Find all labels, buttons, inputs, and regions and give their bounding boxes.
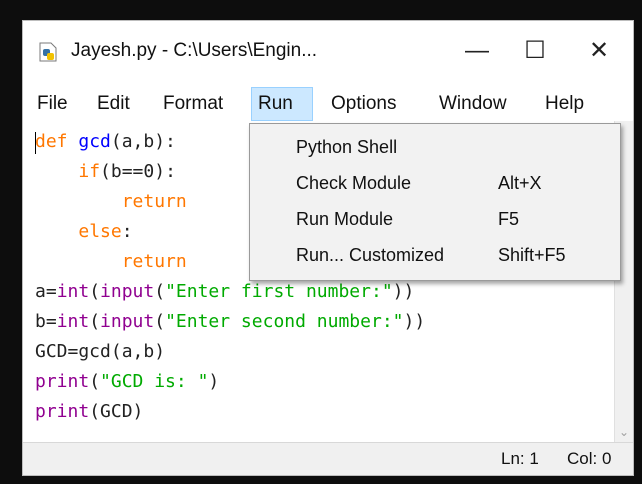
code-line-5: return (121, 251, 187, 272)
menu-item-check-module[interactable]: Check Module Alt+X (250, 166, 620, 200)
line-indicator: Ln: 1 (501, 449, 539, 468)
menu-bar: File Edit Format Run Options Window Help (23, 87, 633, 121)
code-line-9: print("GCD is: ") (35, 371, 220, 392)
code-line-7: b=int(input("Enter second number:")) (35, 311, 426, 332)
code-line-3: return (121, 191, 187, 212)
idle-editor-window: Jayesh.py - C:\Users\Engin... — ☐ ✕ File… (22, 20, 634, 476)
menu-file[interactable]: File (31, 87, 74, 121)
text-caret (35, 132, 36, 154)
menu-help[interactable]: Help (539, 87, 590, 121)
menu-options[interactable]: Options (325, 87, 402, 121)
maximize-button[interactable]: ☐ (513, 31, 557, 71)
status-bar: Ln: 1 Col: 0 (23, 442, 633, 475)
menu-item-python-shell[interactable]: Python Shell (250, 130, 620, 164)
code-line-10: print(GCD) (35, 401, 144, 422)
code-line-1: def gcd(a,b): (35, 131, 176, 152)
menu-run[interactable]: Run (251, 87, 313, 121)
minimize-button[interactable]: — (455, 31, 499, 71)
code-line-4: else: (78, 221, 133, 242)
column-indicator: Col: 0 (567, 449, 612, 468)
python-file-icon (39, 42, 57, 62)
window-title: Jayesh.py - C:\Users\Engin... (71, 40, 318, 61)
code-line-6: a=int(input("Enter first number:")) (35, 281, 415, 302)
run-menu-dropdown: Python Shell Check Module Alt+X Run Modu… (249, 123, 621, 281)
code-line-8: GCD=gcd(a,b) (35, 341, 166, 362)
menu-item-run-customized[interactable]: Run... Customized Shift+F5 (250, 238, 620, 272)
menu-item-run-module[interactable]: Run Module F5 (250, 202, 620, 236)
title-bar[interactable]: Jayesh.py - C:\Users\Engin... — ☐ ✕ (23, 21, 633, 81)
close-button[interactable]: ✕ (577, 31, 621, 71)
code-line-2: if(b==0): (78, 161, 176, 182)
menu-edit[interactable]: Edit (91, 87, 136, 121)
menu-format[interactable]: Format (157, 87, 229, 121)
scroll-down-arrow-icon[interactable]: ⌄ (619, 425, 629, 439)
menu-window[interactable]: Window (433, 87, 513, 121)
